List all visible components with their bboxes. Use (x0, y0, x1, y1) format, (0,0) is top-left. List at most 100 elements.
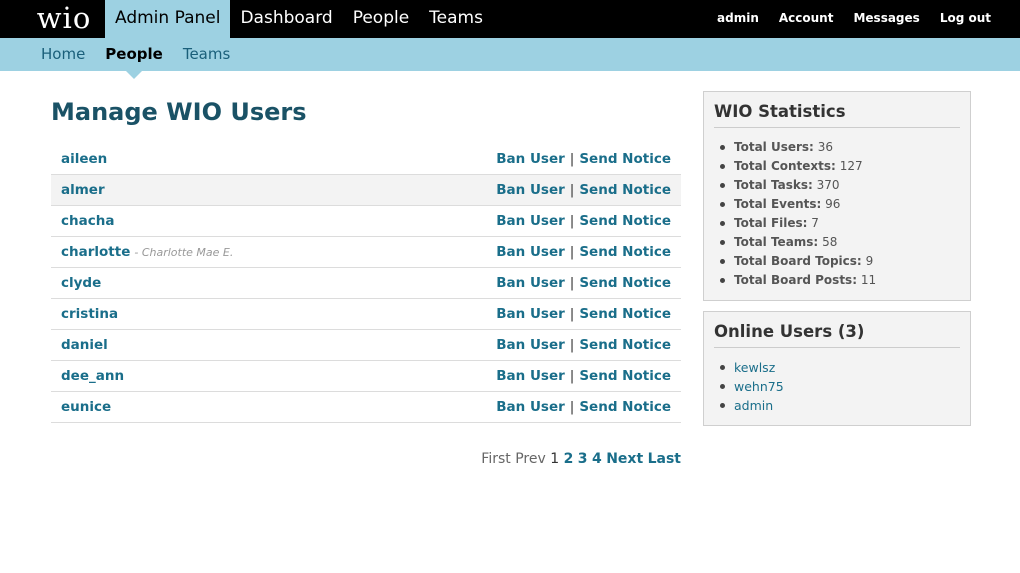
send-notice-link[interactable]: Send Notice (579, 182, 671, 198)
stat-value: 36 (817, 140, 833, 154)
stat-label: Total Users: (734, 140, 814, 154)
username-link[interactable]: aileen (61, 151, 107, 167)
row-actions: Ban User | Send Notice (496, 368, 671, 384)
username-link[interactable]: cristina (61, 306, 118, 322)
table-row: charlotte - Charlotte Mae E. Ban User | Send… (51, 237, 681, 268)
list-item: Total Board Topics: 9 (716, 252, 960, 271)
main-nav-admin-panel[interactable]: Admin Panel (105, 0, 231, 38)
list-item: Total Contexts: 127 (716, 157, 960, 176)
send-notice-link[interactable]: Send Notice (579, 368, 671, 384)
row-actions: Ban User | Send Notice (496, 275, 671, 291)
username-link[interactable]: charlotte (61, 244, 130, 260)
ban-user-link[interactable]: Ban User (496, 337, 565, 353)
username-link[interactable]: daniel (61, 337, 108, 353)
list-item: Total Users: 36 (716, 138, 960, 157)
username-link[interactable]: chacha (61, 213, 114, 229)
pagination: First Prev 1 2 3 4 Next Last (51, 451, 681, 467)
stat-value: 127 (839, 159, 863, 173)
ban-user-link[interactable]: Ban User (496, 399, 565, 415)
table-row: dee_ann Ban User | Send Notice (51, 361, 681, 392)
ban-user-link[interactable]: Ban User (496, 244, 565, 260)
send-notice-link[interactable]: Send Notice (579, 244, 671, 260)
send-notice-link[interactable]: Send Notice (579, 213, 671, 229)
send-notice-link[interactable]: Send Notice (579, 399, 671, 415)
ban-user-link[interactable]: Ban User (496, 182, 565, 198)
ban-user-link[interactable]: Ban User (496, 306, 565, 322)
stat-label: Total Teams: (734, 235, 819, 249)
user-nav-account[interactable]: Account (779, 0, 834, 38)
table-row: daniel Ban User | Send Notice (51, 330, 681, 361)
action-separator: | (569, 399, 575, 415)
list-item: kewlsz (716, 358, 960, 377)
send-notice-link[interactable]: Send Notice (579, 306, 671, 322)
pager-current-page: 1 (550, 451, 560, 467)
user-nav-admin[interactable]: admin (717, 0, 759, 38)
sub-nav-teams[interactable]: Teams (183, 38, 230, 71)
pager-last[interactable]: Last (648, 451, 681, 467)
online-users-title: Online Users (3) (714, 322, 960, 348)
ban-user-link[interactable]: Ban User (496, 368, 565, 384)
user-list: aileen Ban User | Send Notice almer Ban User |… (51, 144, 681, 423)
action-separator: | (569, 151, 575, 167)
online-user-link[interactable]: admin (734, 398, 773, 413)
send-notice-link[interactable]: Send Notice (579, 151, 671, 167)
row-actions: Ban User | Send Notice (496, 306, 671, 322)
top-bar: wio Admin Panel Dashboard People Teams a… (0, 0, 1020, 38)
list-item: Total Events: 96 (716, 195, 960, 214)
statistics-list: Total Users: 36 Total Contexts: 127 Total … (714, 128, 960, 290)
table-row: cristina Ban User | Send Notice (51, 299, 681, 330)
stat-label: Total Contexts: (734, 159, 836, 173)
pager-page-4[interactable]: 4 (592, 451, 602, 467)
pager-page-2[interactable]: 2 (564, 451, 574, 467)
list-item: admin (716, 396, 960, 415)
wio-logo[interactable]: wio (28, 0, 100, 38)
action-separator: | (569, 337, 575, 353)
stat-label: Total Tasks: (734, 178, 813, 192)
username-link[interactable]: almer (61, 182, 105, 198)
user-nav: admin Account Messages Log out (697, 0, 991, 38)
pager-prev: Prev (515, 451, 546, 467)
stat-value: 370 (816, 178, 840, 192)
table-row: almer Ban User | Send Notice (51, 175, 681, 206)
action-separator: | (569, 182, 575, 198)
action-separator: | (569, 213, 575, 229)
stat-value: 96 (825, 197, 841, 211)
user-nav-logout[interactable]: Log out (940, 0, 991, 38)
action-separator: | (569, 275, 575, 291)
username-link[interactable]: dee_ann (61, 368, 124, 384)
username-link[interactable]: clyde (61, 275, 101, 291)
main-nav-teams[interactable]: Teams (419, 0, 493, 38)
action-separator: | (569, 244, 575, 260)
send-notice-link[interactable]: Send Notice (579, 337, 671, 353)
stat-value: 58 (822, 235, 838, 249)
stat-label: Total Board Topics: (734, 254, 862, 268)
main-nav: Admin Panel Dashboard People Teams (105, 0, 493, 38)
stat-value: 7 (811, 216, 819, 230)
online-user-link[interactable]: kewlsz (734, 360, 775, 375)
table-row: clyde Ban User | Send Notice (51, 268, 681, 299)
sub-nav-people[interactable]: People (105, 38, 163, 79)
ban-user-link[interactable]: Ban User (496, 213, 565, 229)
user-nav-messages[interactable]: Messages (853, 0, 919, 38)
pager-page-3[interactable]: 3 (578, 451, 588, 467)
list-item: Total Board Posts: 11 (716, 271, 960, 290)
row-actions: Ban User | Send Notice (496, 151, 671, 167)
main-nav-dashboard[interactable]: Dashboard (230, 0, 342, 38)
sub-nav-home[interactable]: Home (41, 38, 85, 71)
main-nav-people[interactable]: People (343, 0, 419, 38)
list-item: Total Tasks: 370 (716, 176, 960, 195)
ban-user-link[interactable]: Ban User (496, 151, 565, 167)
pager-next[interactable]: Next (606, 451, 643, 467)
statistics-panel: WIO Statistics Total Users: 36 Total Cont… (703, 91, 971, 301)
online-user-link[interactable]: wehn75 (734, 379, 784, 394)
action-separator: | (569, 306, 575, 322)
row-actions: Ban User | Send Notice (496, 182, 671, 198)
sub-nav-bar: Home People Teams (0, 38, 1020, 79)
username-link[interactable]: eunice (61, 399, 111, 415)
send-notice-link[interactable]: Send Notice (579, 275, 671, 291)
pager-first: First (481, 451, 511, 467)
active-indicator-caret-icon (126, 71, 143, 79)
action-separator: | (569, 368, 575, 384)
ban-user-link[interactable]: Ban User (496, 275, 565, 291)
statistics-title: WIO Statistics (714, 102, 960, 128)
